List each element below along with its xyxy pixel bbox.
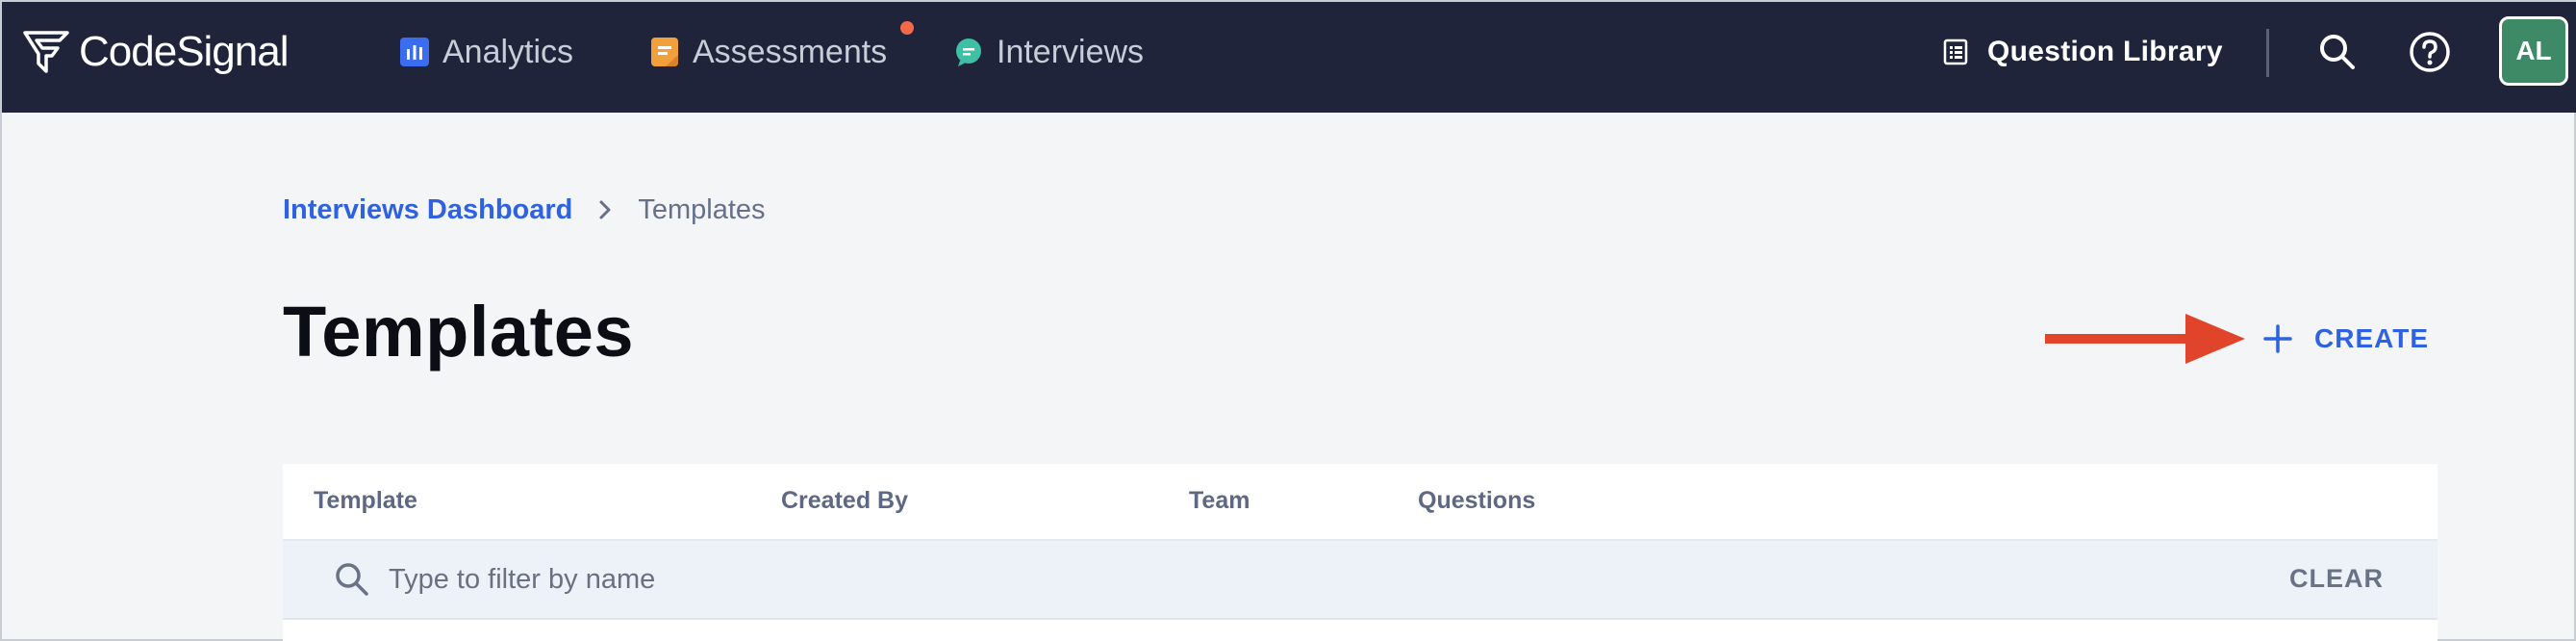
chevron-right-icon (599, 200, 611, 219)
breadcrumb-interviews-dashboard[interactable]: Interviews Dashboard (283, 194, 572, 226)
question-library-label: Question Library (1987, 36, 2223, 67)
templates-table: Template Created By Team Questions CLEAR (283, 464, 2437, 641)
page-title: Templates (283, 292, 635, 372)
nav-assessments-label: Assessments (693, 33, 888, 70)
plus-icon (2263, 324, 2292, 353)
column-header-created-by[interactable]: Created By (781, 487, 908, 515)
bar-chart-icon (400, 38, 429, 66)
search-button[interactable] (2314, 29, 2361, 75)
chat-bubble-icon (954, 38, 983, 66)
help-button[interactable] (2407, 29, 2453, 75)
clipboard-icon (650, 38, 679, 66)
annotation-arrow (2045, 314, 2245, 364)
top-navigation-bar: CodeSignal Analytics Assessments Intervi… (2, 2, 2576, 113)
search-icon (2320, 35, 2355, 69)
question-library-link[interactable]: Question Library (1943, 31, 2223, 73)
filter-row: CLEAR (283, 541, 2437, 620)
nav-analytics-label: Analytics (442, 33, 574, 70)
clear-filter-button[interactable]: CLEAR (2289, 564, 2384, 594)
nav-interviews-label: Interviews (997, 33, 1145, 70)
codesignal-logo-icon (23, 31, 69, 73)
user-avatar[interactable]: AL (2499, 16, 2568, 86)
column-header-team[interactable]: Team (1189, 487, 1250, 515)
column-header-questions[interactable]: Questions (1418, 487, 1535, 515)
create-button[interactable]: CREATE (2262, 316, 2429, 362)
create-button-label: CREATE (2314, 323, 2430, 353)
search-icon (336, 563, 368, 596)
notification-dot (900, 21, 914, 35)
nav-divider (2266, 29, 2269, 77)
nav-analytics[interactable]: Analytics (400, 31, 573, 73)
list-icon (1943, 38, 1968, 65)
table-header: Template Created By Team Questions (283, 464, 2437, 541)
filter-by-name-input[interactable] (389, 558, 2024, 601)
nav-assessments[interactable]: Assessments (650, 21, 914, 73)
nav-interviews[interactable]: Interviews (954, 31, 1144, 73)
codesignal-logo[interactable]: CodeSignal (21, 25, 289, 79)
column-header-template[interactable]: Template (314, 487, 417, 515)
breadcrumb-current: Templates (638, 193, 766, 225)
help-icon (2410, 32, 2450, 72)
breadcrumb: Interviews Dashboard Templates (283, 191, 766, 229)
logo-text: CodeSignal (79, 28, 289, 75)
